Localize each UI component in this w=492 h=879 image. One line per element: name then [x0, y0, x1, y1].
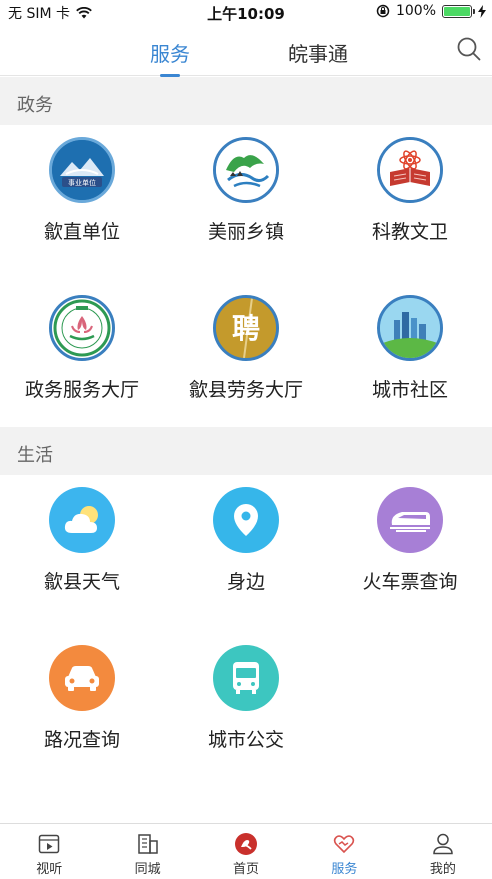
public-institution-icon: 事业单位 — [49, 137, 115, 203]
gov-service-hall-icon — [49, 295, 115, 361]
city-community-icon — [377, 295, 443, 361]
nav-label: 我的 — [429, 862, 456, 877]
location-pin-icon — [213, 487, 279, 553]
weather-icon — [49, 487, 115, 553]
grid-item-labor-hall[interactable]: 聘 歙县劳务大厅 — [164, 295, 328, 402]
heart-hands-icon — [334, 835, 355, 854]
public-institution-icon-text: 事业单位 — [68, 178, 96, 187]
bus-icon — [213, 645, 279, 711]
building-icon — [137, 834, 158, 854]
nav-item-local[interactable]: 同城 — [98, 824, 196, 879]
nav-item-home[interactable]: 首页 — [197, 824, 295, 879]
video-icon — [38, 834, 60, 854]
grid-item-label: 政务服务大厅 — [24, 379, 139, 401]
battery-fill — [444, 6, 470, 16]
status-bar: 无 SIM 卡 上午10:09 100% — [0, 0, 492, 24]
section-title: 生活 — [17, 445, 53, 466]
search-icon[interactable] — [456, 36, 482, 62]
grid-item-nearby[interactable]: 身边 — [164, 487, 328, 594]
train-icon — [377, 487, 443, 553]
car-icon — [49, 645, 115, 711]
grid-item-label: 科教文卫 — [371, 221, 448, 243]
nav-item-service[interactable]: 服务 — [295, 824, 393, 879]
grid-item-weather[interactable]: 歙县天气 — [0, 487, 164, 594]
grid-item-label: 城市公交 — [207, 729, 284, 751]
grid-item-science-education[interactable]: 科教文卫 — [328, 137, 492, 244]
profile-icon — [433, 833, 453, 855]
nav-label: 视听 — [36, 862, 63, 877]
grid-item-label: 路况查询 — [43, 729, 120, 751]
grid-item-gov-service-hall[interactable]: 政务服务大厅 — [0, 295, 164, 402]
tab-service-label: 服务 — [150, 42, 190, 66]
home-logo-icon — [235, 833, 258, 855]
tab-wanshitong[interactable]: 皖事通 — [288, 38, 348, 67]
grid-item-label: 歙直单位 — [43, 221, 120, 243]
grid-item-label: 身边 — [226, 571, 265, 593]
grid-item-label: 歙县天气 — [43, 571, 120, 593]
bottom-nav: 视听 同城 首页 服务 我的 — [0, 823, 492, 879]
recruit-icon-text: 聘 — [232, 312, 260, 345]
section-header-gov: 政务 — [0, 77, 492, 125]
grid-item-traffic[interactable]: 路况查询 — [0, 645, 164, 752]
grid-item-label: 歙县劳务大厅 — [188, 379, 303, 401]
charging-icon — [478, 4, 486, 18]
status-right: 100% — [376, 3, 486, 19]
science-education-icon — [377, 137, 443, 203]
grid-item-beautiful-towns[interactable]: 美丽乡镇 — [164, 137, 328, 244]
grid-item-public-institution[interactable]: 事业单位 歙直单位 — [0, 137, 164, 244]
grid-item-label: 城市社区 — [371, 379, 448, 401]
grid-item-train-tickets[interactable]: 火车票查询 — [328, 487, 492, 594]
battery-icon — [442, 4, 475, 18]
nav-item-video[interactable]: 视听 — [0, 824, 98, 879]
section-header-life: 生活 — [0, 427, 492, 475]
nav-item-profile[interactable]: 我的 — [394, 824, 492, 879]
tab-service[interactable]: 服务 — [150, 38, 190, 77]
top-tab-bar: 服务 皖事通 — [0, 24, 492, 77]
battery-percent: 100% — [395, 3, 436, 19]
grid-item-city-community[interactable]: 城市社区 — [328, 295, 492, 402]
nav-label: 同城 — [134, 862, 161, 877]
nav-label: 首页 — [233, 862, 260, 877]
tab-wanshitong-label: 皖事通 — [288, 42, 348, 66]
grid-item-label: 美丽乡镇 — [207, 221, 284, 243]
recruit-icon: 聘 — [213, 295, 279, 361]
orientation-lock-icon — [376, 4, 390, 18]
grid-item-bus[interactable]: 城市公交 — [164, 645, 328, 752]
landscape-icon — [213, 137, 279, 203]
grid-item-label: 火车票查询 — [362, 571, 458, 593]
section-title: 政务 — [17, 95, 53, 116]
nav-label: 服务 — [331, 862, 358, 877]
